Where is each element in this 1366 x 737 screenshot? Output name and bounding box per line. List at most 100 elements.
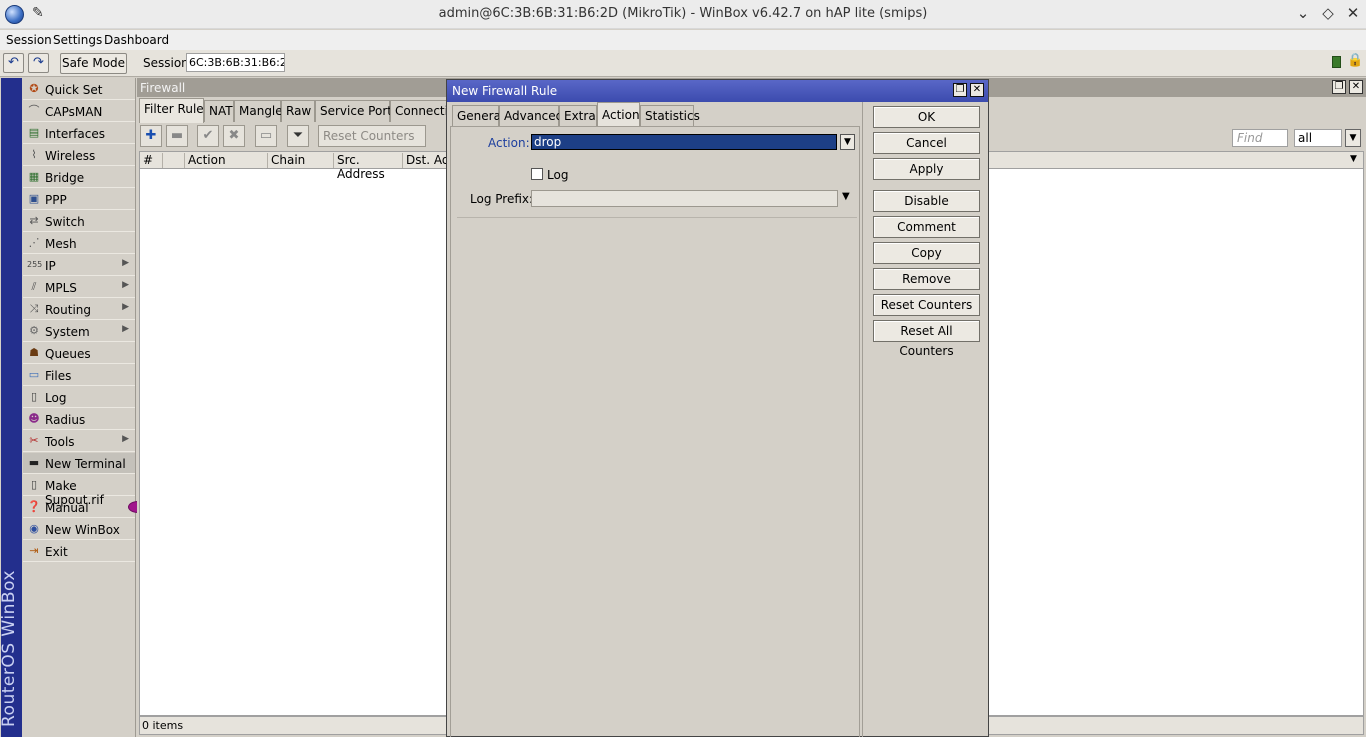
- log-prefix-dropdown-icon[interactable]: ▼: [842, 191, 850, 202]
- menubar: Session Settings Dashboard: [0, 30, 1366, 50]
- sidebar-item-files[interactable]: ▭ Files: [23, 365, 135, 386]
- window-title: admin@6C:3B:6B:31:B6:2D (MikroTik) - Win…: [438, 6, 928, 21]
- firewall-maximize-icon[interactable]: ❐: [1332, 80, 1346, 94]
- safe-mode-button[interactable]: Safe Mode: [60, 53, 127, 74]
- winbox-icon: ◉: [29, 522, 39, 535]
- menu-session[interactable]: Session: [6, 33, 52, 47]
- tab-action[interactable]: Action: [597, 102, 640, 127]
- window-titlebar: ✎ admin@6C:3B:6B:31:B6:2D (MikroTik) - W…: [0, 0, 1366, 29]
- ip-icon: 255: [27, 260, 43, 269]
- sidebar-item-label: Tools: [45, 435, 75, 449]
- sidebar-item-exit[interactable]: ⇥ Exit: [23, 541, 135, 562]
- action-select[interactable]: drop: [531, 134, 837, 150]
- sidebar-item-label: Queues: [45, 347, 91, 361]
- disable-button[interactable]: Disable: [873, 190, 980, 212]
- log-checkbox[interactable]: [531, 168, 543, 180]
- remove-icon[interactable]: ▬: [166, 125, 188, 147]
- ppp-icon: ▣: [28, 192, 40, 205]
- session-field[interactable]: 6C:3B:6B:31:B6:2D: [186, 53, 285, 72]
- sidebar-item-queues[interactable]: ☗ Queues: [23, 343, 135, 364]
- tab-general[interactable]: General: [452, 105, 504, 126]
- undo-button[interactable]: ↶: [3, 53, 24, 73]
- sidebar-item-switch[interactable]: ⇄ Switch: [23, 211, 135, 232]
- sidebar-item-make-supout[interactable]: ▯ Make Supout.rif: [23, 475, 135, 507]
- action-dropdown-icon[interactable]: ▼: [840, 134, 855, 150]
- redo-button[interactable]: ↷: [28, 53, 49, 73]
- dialog-titlebar: New Firewall Rule: [447, 80, 988, 102]
- sidebar-item-mesh[interactable]: ⋰ Mesh: [23, 233, 135, 254]
- reset-all-counters-button[interactable]: Reset All Counters: [873, 320, 980, 358]
- maximize-icon[interactable]: ◇: [1318, 4, 1338, 22]
- sidebar-item-ip[interactable]: 255 IP ▶: [23, 255, 135, 276]
- sidebar-item-log[interactable]: ▯ Log: [23, 387, 135, 408]
- menu-settings[interactable]: Settings: [53, 33, 102, 47]
- col-action[interactable]: Action: [185, 153, 268, 168]
- comment-button[interactable]: Comment: [873, 216, 980, 238]
- sidebar-item-manual[interactable]: ❓ Manual: [23, 497, 135, 518]
- remove-button[interactable]: Remove: [873, 268, 980, 290]
- sidebar-item-label: PPP: [45, 193, 67, 207]
- tab-nat[interactable]: NAT: [204, 100, 234, 122]
- tab-filter-rules[interactable]: Filter Rules: [139, 98, 210, 123]
- col-src-address[interactable]: Src. Address: [334, 153, 403, 181]
- tab-raw[interactable]: Raw: [281, 100, 315, 122]
- lock-icon: 🔒: [1347, 53, 1364, 68]
- dialog-close-icon[interactable]: ✕: [970, 83, 984, 97]
- sidebar-item-quick-set[interactable]: ✪ Quick Set: [23, 79, 135, 100]
- sidebar-item-new-winbox[interactable]: ◉ New WinBox: [23, 519, 135, 540]
- reset-counters-button[interactable]: Reset Counters: [318, 125, 426, 147]
- files-icon: ▭: [28, 368, 40, 381]
- tab-extra[interactable]: Extra: [559, 105, 597, 126]
- sidebar-item-mpls[interactable]: ⫽ MPLS ▶: [23, 277, 135, 298]
- brand-text: RouterOS WinBox: [0, 570, 19, 727]
- sidebar-item-routing[interactable]: ⤨ Routing ▶: [23, 299, 135, 320]
- filter-dropdown-icon[interactable]: ▼: [1345, 129, 1361, 147]
- routing-icon: ⤨: [29, 302, 39, 315]
- tab-statistics[interactable]: Statistics: [640, 105, 700, 126]
- log-prefix-input[interactable]: [531, 190, 838, 207]
- comment-icon[interactable]: ▭: [255, 125, 277, 147]
- ok-button[interactable]: OK: [873, 106, 980, 128]
- find-input[interactable]: Find: [1232, 129, 1288, 147]
- filter-select[interactable]: all: [1294, 129, 1342, 147]
- dialog-maximize-icon[interactable]: ❐: [953, 83, 967, 97]
- reset-counters-button[interactable]: Reset Counters: [873, 294, 980, 316]
- enable-icon[interactable]: ✔: [197, 125, 219, 147]
- dialog-title: New Firewall Rule: [452, 84, 558, 98]
- menu-dashboard[interactable]: Dashboard: [104, 33, 169, 47]
- apply-button[interactable]: Apply: [873, 158, 980, 180]
- sidebar-item-tools[interactable]: ✂ Tools ▶: [23, 431, 135, 452]
- copy-button[interactable]: Copy: [873, 242, 980, 264]
- submenu-arrow-icon: ▶: [122, 302, 129, 312]
- sidebar-item-system[interactable]: ⚙ System ▶: [23, 321, 135, 342]
- manual-icon: ❓: [27, 500, 41, 513]
- cancel-button[interactable]: Cancel: [873, 132, 980, 154]
- sidebar-item-radius[interactable]: ☻ Radius: [23, 409, 135, 430]
- sidebar-item-ppp[interactable]: ▣ PPP: [23, 189, 135, 210]
- disable-icon[interactable]: ✖: [223, 125, 245, 147]
- firewall-close-icon[interactable]: ✕: [1349, 80, 1363, 94]
- close-icon[interactable]: ✕: [1343, 4, 1363, 22]
- columns-dropdown-icon[interactable]: ▼: [1347, 154, 1363, 169]
- minimize-icon[interactable]: ⌄: [1293, 4, 1313, 22]
- tab-advanced[interactable]: Advanced: [499, 105, 563, 126]
- sidebar-item-capsman[interactable]: ⌒ CAPsMAN: [23, 101, 135, 122]
- sidebar-item-bridge[interactable]: ▦ Bridge: [23, 167, 135, 188]
- quick-set-icon: ✪: [29, 82, 39, 95]
- tab-connections[interactable]: Connections: [390, 100, 450, 122]
- filter-icon[interactable]: ⏷: [287, 125, 309, 147]
- tab-service-ports[interactable]: Service Ports: [315, 100, 398, 122]
- switch-icon: ⇄: [29, 214, 39, 227]
- sidebar-item-label: Manual: [45, 501, 89, 515]
- sidebar-item-interfaces[interactable]: ▤ Interfaces: [23, 123, 135, 144]
- radius-icon: ☻: [28, 412, 40, 425]
- sidebar-item-wireless[interactable]: ⌇ Wireless: [23, 145, 135, 166]
- col-flags[interactable]: [163, 153, 185, 168]
- sidebar-item-label: CAPsMAN: [45, 105, 103, 119]
- col-chain[interactable]: Chain: [268, 153, 334, 168]
- sidebar-item-new-terminal[interactable]: ▬ New Terminal: [23, 453, 135, 474]
- add-icon[interactable]: ✚: [140, 125, 162, 147]
- col-number[interactable]: #: [140, 153, 163, 168]
- tab-mangle[interactable]: Mangle: [234, 100, 283, 122]
- connection-status-icon: [1332, 56, 1341, 68]
